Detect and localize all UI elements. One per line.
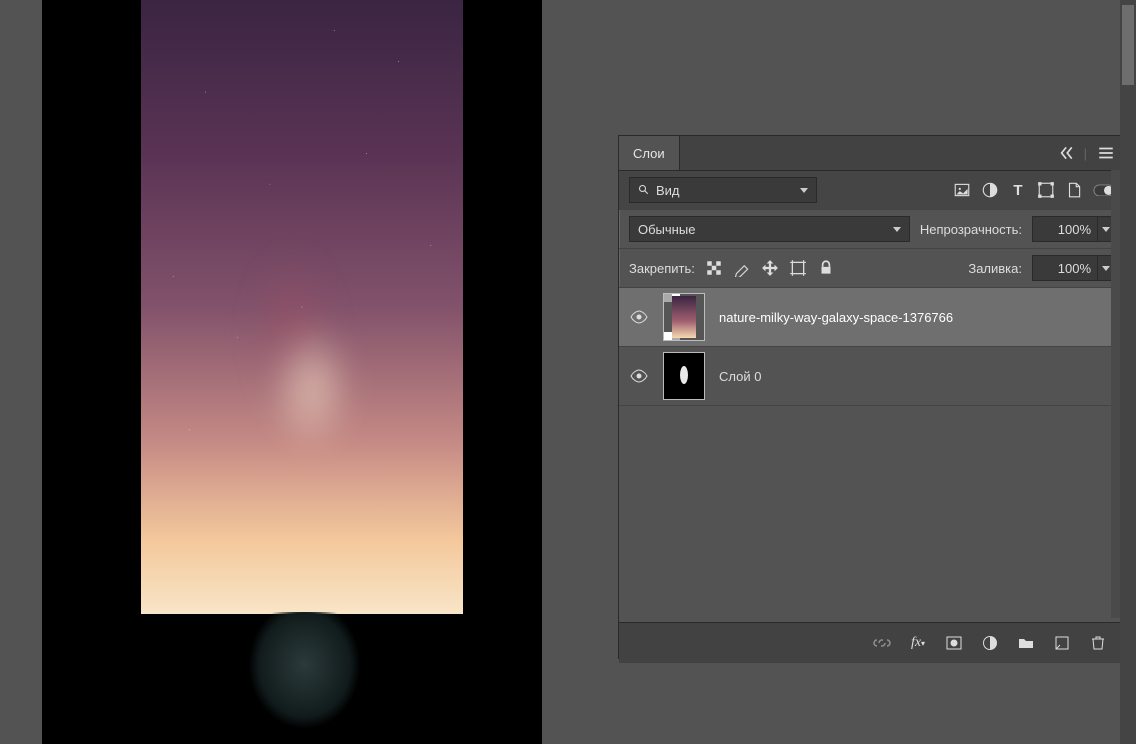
tab-layers[interactable]: Слои [619,136,680,170]
layer-row[interactable]: nature-milky-way-galaxy-space-1376766 [619,288,1125,347]
new-group-icon[interactable] [1017,634,1035,652]
filter-pixel-icon[interactable] [953,181,971,199]
document-image [141,0,463,614]
new-layer-icon[interactable] [1053,634,1071,652]
layers-panel: Слои | Вид T [618,135,1126,659]
filter-adjustment-icon[interactable] [981,181,999,199]
filter-kind-select[interactable]: Вид [629,177,817,203]
layer-thumbnail[interactable] [663,352,705,400]
adjustment-layer-icon[interactable] [981,634,999,652]
collapse-panel-icon[interactable] [1056,144,1074,162]
lock-artboard-icon[interactable] [789,259,807,277]
blend-mode-value: Обычные [638,222,695,237]
lock-fill-row: Закрепить: Заливка: 100% [619,249,1125,288]
lock-transparency-icon[interactable] [705,259,723,277]
filter-type-icon[interactable]: T [1009,181,1027,199]
layers-list: nature-milky-way-galaxy-space-1376766 Сл… [619,288,1125,622]
delete-layer-icon[interactable] [1089,634,1107,652]
fill-value[interactable]: 100% [1032,255,1098,281]
search-icon [638,184,650,196]
layer-visibility-toggle[interactable] [629,308,649,326]
layer-mask-icon[interactable] [945,634,963,652]
blend-opacity-row: Обычные Непрозрачность: 100% [619,210,1125,249]
opacity-value[interactable]: 100% [1032,216,1098,242]
link-layers-icon[interactable] [873,634,891,652]
lock-all-icon[interactable] [817,259,835,277]
lock-label: Закрепить: [629,261,695,276]
layer-filter-row: Вид T [619,171,1125,210]
tab-label: Слои [633,146,665,161]
window-vertical-scrollbar[interactable] [1120,0,1136,744]
panel-tabbar: Слои | [619,136,1125,171]
chevron-down-icon [1102,227,1110,232]
filter-kind-value: Вид [656,183,680,198]
chevron-down-icon [800,188,808,193]
panel-menu-icon[interactable] [1097,144,1115,162]
layer-name[interactable]: nature-milky-way-galaxy-space-1376766 [719,310,953,325]
blend-mode-select[interactable]: Обычные [629,216,910,242]
fill-label: Заливка: [968,261,1022,276]
layer-row[interactable]: Слой 0 [619,347,1125,406]
scrollbar-thumb[interactable] [1122,5,1134,85]
layer-name[interactable]: Слой 0 [719,369,761,384]
opacity-label: Непрозрачность: [920,222,1022,237]
layer-style-icon[interactable]: fx▾ [909,634,927,652]
lock-position-icon[interactable] [761,259,779,277]
eye-icon [630,367,648,385]
chevron-down-icon [1102,266,1110,271]
layer-thumbnail[interactable] [663,293,705,341]
filter-shape-icon[interactable] [1037,181,1055,199]
layer-visibility-toggle[interactable] [629,367,649,385]
lower-layer-preview [232,612,377,744]
chevron-down-icon [893,227,901,232]
lock-paint-icon[interactable] [733,259,751,277]
filter-smartobject-icon[interactable] [1065,181,1083,199]
eye-icon [630,308,648,326]
canvas-area[interactable] [42,0,542,744]
panel-footer: fx▾ [619,622,1125,663]
